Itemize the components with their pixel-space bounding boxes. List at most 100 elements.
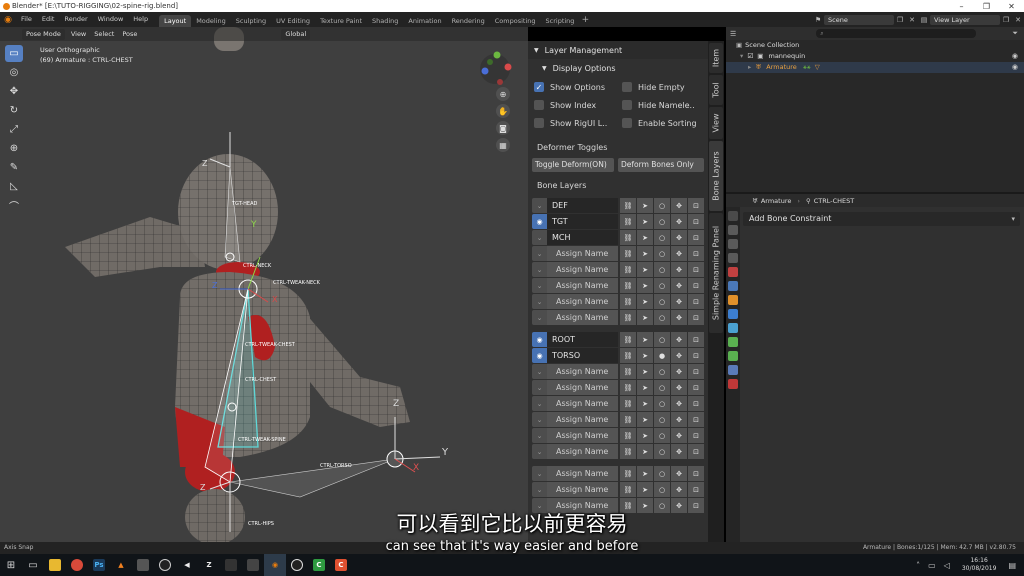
bone-layer-name[interactable]: Assign Name (547, 466, 618, 481)
active-dot-icon[interactable]: ○ (654, 332, 670, 347)
expand-arrow-icon[interactable]: ▸ (748, 63, 751, 71)
tray-arrow-icon[interactable]: ˄ (916, 561, 920, 570)
bone-layer-name[interactable]: Assign Name (547, 380, 618, 395)
select-icon[interactable]: ➤ (637, 428, 653, 443)
bone-layer-name[interactable]: TGT (547, 214, 618, 229)
transform-tool-icon[interactable]: ⊕ (5, 140, 23, 157)
close-button[interactable]: ✕ (999, 0, 1024, 12)
notifications-icon[interactable]: ▤ (1008, 561, 1016, 570)
active-dot-icon[interactable]: ○ (654, 364, 670, 379)
tool-tab-icon[interactable] (728, 211, 738, 221)
chevron-down-icon[interactable]: ⌄ (532, 364, 547, 379)
active-dot-icon[interactable]: ○ (654, 310, 670, 325)
chevron-down-icon[interactable]: ⌄ (532, 380, 547, 395)
lock-icon[interactable]: ⊡ (688, 278, 704, 293)
workspace-tab-rendering[interactable]: Rendering (447, 15, 490, 27)
world-tab-icon[interactable] (728, 281, 738, 291)
move-bones-icon[interactable]: ✥ (671, 364, 687, 379)
workspace-tab-sculpting[interactable]: Sculpting (231, 15, 271, 27)
bone-layer-name[interactable]: Assign Name (547, 482, 618, 497)
link-icon[interactable]: ⛓ (620, 466, 636, 481)
select-icon[interactable]: ➤ (637, 246, 653, 261)
chevron-down-icon[interactable]: ⌄ (532, 278, 547, 293)
chevron-down-icon[interactable]: ⌄ (532, 262, 547, 277)
checkbox-show-options[interactable]: ✓ Show Options (534, 82, 622, 92)
select-icon[interactable]: ➤ (637, 444, 653, 459)
chevron-down-icon[interactable]: ⌄ (532, 246, 547, 261)
cursor-tool-icon[interactable]: ◎ (5, 64, 23, 81)
add-bone-constraint-dropdown[interactable]: Add Bone Constraint ▾ (743, 212, 1020, 226)
lock-icon[interactable]: ⊡ (688, 428, 704, 443)
active-dot-icon[interactable]: ● (654, 348, 670, 363)
workspace-tab-layout[interactable]: Layout (159, 14, 192, 27)
lock-icon[interactable]: ⊡ (688, 198, 704, 213)
move-bones-icon[interactable]: ✥ (671, 332, 687, 347)
3d-viewport[interactable]: TGT-HEAD CTRL-NECK CTRL-TWEAK-NECK CTRL-… (0, 27, 528, 542)
lock-icon[interactable]: ⊡ (688, 364, 704, 379)
move-bones-icon[interactable]: ✥ (671, 246, 687, 261)
menu-window[interactable]: Window (93, 12, 129, 27)
active-dot-icon[interactable]: ○ (654, 214, 670, 229)
physics-tab-icon[interactable] (728, 323, 738, 333)
eye-icon[interactable]: ◉ (1012, 62, 1018, 73)
bone-constraints-tab-icon[interactable] (728, 365, 738, 375)
select-icon[interactable]: ➤ (637, 294, 653, 309)
lock-icon[interactable]: ⊡ (688, 348, 704, 363)
move-bones-icon[interactable]: ✥ (671, 412, 687, 427)
select-icon[interactable]: ➤ (637, 482, 653, 497)
chevron-down-icon[interactable]: ⌄ (532, 466, 547, 481)
viewport-menu-view[interactable]: View (67, 29, 90, 40)
active-dot-icon[interactable]: ○ (654, 380, 670, 395)
move-bones-icon[interactable]: ✥ (671, 278, 687, 293)
lock-icon[interactable]: ⊡ (688, 444, 704, 459)
link-icon[interactable]: ⛓ (620, 482, 636, 497)
move-bones-icon[interactable]: ✥ (671, 396, 687, 411)
unreal-icon[interactable] (154, 554, 176, 576)
link-icon[interactable]: ⛓ (620, 332, 636, 347)
lock-icon[interactable]: ⊡ (688, 230, 704, 245)
active-dot-icon[interactable]: ○ (654, 198, 670, 213)
expand-arrow-icon[interactable]: ▾ (740, 52, 743, 60)
link-icon[interactable]: ⛓ (620, 246, 636, 261)
app3-icon[interactable] (242, 554, 264, 576)
select-icon[interactable]: ➤ (637, 332, 653, 347)
tab-tool[interactable]: Tool (709, 75, 723, 105)
output-tab-icon[interactable] (728, 239, 738, 249)
camtasia-recorder-icon[interactable]: C (330, 554, 352, 576)
link-icon[interactable]: ⛓ (620, 396, 636, 411)
app-icon[interactable] (132, 554, 154, 576)
bone-layer-name[interactable]: Assign Name (547, 246, 618, 261)
app2-icon[interactable] (220, 554, 242, 576)
move-bones-icon[interactable]: ✥ (671, 428, 687, 443)
workspace-tab-shading[interactable]: Shading (367, 15, 403, 27)
blender-taskbar-icon[interactable]: ◉ (264, 554, 286, 576)
bone-layer-name[interactable]: Assign Name (547, 364, 618, 379)
lock-icon[interactable]: ⊡ (688, 466, 704, 481)
delete-scene-icon[interactable]: ✕ (906, 15, 918, 25)
select-icon[interactable]: ➤ (637, 412, 653, 427)
checkbox-show-rigui-layers[interactable]: Show RigUI L.. (534, 118, 622, 128)
bone-layer-name[interactable]: Assign Name (547, 428, 618, 443)
select-icon[interactable]: ➤ (637, 348, 653, 363)
new-scene-icon[interactable]: ❐ (894, 15, 906, 25)
new-view-layer-icon[interactable]: ❐ (1000, 15, 1012, 25)
move-bones-icon[interactable]: ✥ (671, 444, 687, 459)
pose-tool-icon[interactable]: ⌒ (5, 197, 23, 214)
link-icon[interactable]: ⛓ (620, 444, 636, 459)
pan-hand-icon[interactable]: ✋ (496, 104, 510, 118)
select-icon[interactable]: ➤ (637, 262, 653, 277)
bone-layer-name[interactable]: Assign Name (547, 412, 618, 427)
view-layer-tab-icon[interactable] (728, 253, 738, 263)
link-icon[interactable]: ⛓ (620, 294, 636, 309)
bone-layer-name[interactable]: ROOT (547, 332, 618, 347)
link-icon[interactable]: ⛓ (620, 380, 636, 395)
move-bones-icon[interactable]: ✥ (671, 214, 687, 229)
link-icon[interactable]: ⛓ (620, 428, 636, 443)
perspective-toggle-icon[interactable]: ▦ (496, 138, 510, 152)
link-icon[interactable]: ⛓ (620, 310, 636, 325)
chevron-down-icon[interactable]: ⌄ (532, 482, 547, 497)
camera-view-icon[interactable]: ◙ (496, 121, 510, 135)
maximize-button[interactable]: ❐ (974, 0, 999, 12)
workspace-tab-compositing[interactable]: Compositing (490, 15, 541, 27)
annotate-tool-icon[interactable]: ✎ (5, 159, 23, 176)
